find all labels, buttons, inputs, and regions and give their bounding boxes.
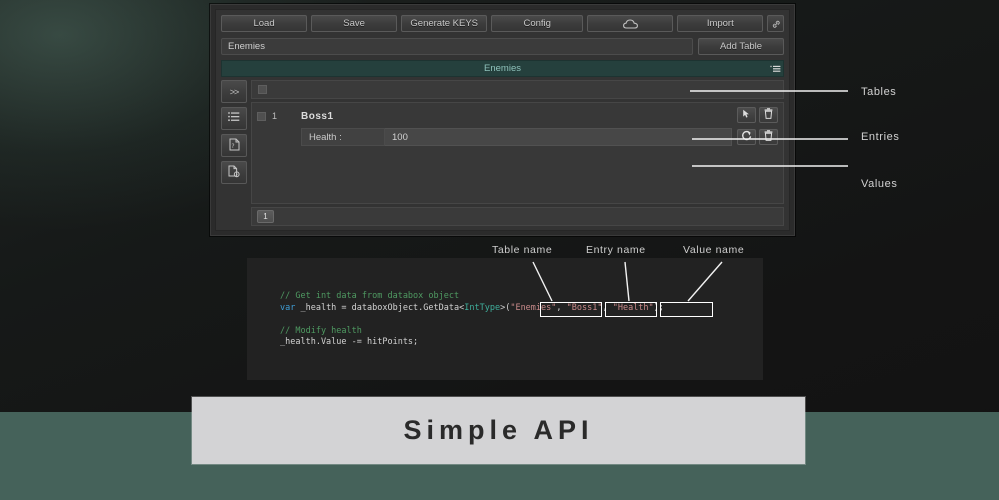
value-label: Health : xyxy=(301,128,385,146)
save-button-label: Save xyxy=(343,18,365,29)
code-block: // Get int data from databox object var … xyxy=(280,291,664,349)
code-comment-2: // Modify health xyxy=(280,325,362,336)
config-button[interactable]: Config xyxy=(491,15,584,32)
annotation-entry-name: Entry name xyxy=(586,244,646,256)
cursor-duplicate-icon xyxy=(742,106,751,124)
select-all-checkbox[interactable] xyxy=(258,85,267,94)
annotation-table-name: Table name xyxy=(492,244,553,256)
chevron-double-right-icon: >> xyxy=(229,86,239,97)
table-header-title: Enemies xyxy=(484,63,521,74)
document-gear-icon xyxy=(228,165,241,181)
entries-container: 1 Boss1 Health: 100 xyxy=(251,102,784,204)
entry-checkbox[interactable] xyxy=(257,111,266,121)
screenshot-root: Simple API Load Save Generate KEYS Confi… xyxy=(0,0,999,500)
code-type-inttype: IntType xyxy=(464,302,501,313)
list-icon xyxy=(228,112,240,125)
link-settings-button[interactable] xyxy=(767,15,784,32)
databox-editor-window: Load Save Generate KEYS Config Import En… xyxy=(210,4,795,236)
list-view-button[interactable] xyxy=(221,107,247,130)
reset-value-button[interactable] xyxy=(737,129,756,145)
import-button[interactable]: Import xyxy=(677,15,764,32)
code-comment-1: // Get int data from databox object xyxy=(280,291,460,301)
duplicate-entry-button[interactable] xyxy=(737,107,756,123)
annotation-entries: Entries xyxy=(861,131,900,143)
generate-keys-button[interactable]: Generate KEYS xyxy=(401,15,488,32)
simple-api-banner: Simple API xyxy=(192,397,805,464)
banner-title: Simple API xyxy=(403,415,594,445)
code-panel: // Get int data from databox object var … xyxy=(247,258,763,380)
code-line-5: _health.Value -= hitPoints; xyxy=(280,337,419,347)
code-line-end: ); xyxy=(653,302,664,313)
table-name-row: Enemies Add Table xyxy=(221,38,784,55)
load-button[interactable]: Load xyxy=(221,15,308,32)
cloud-button[interactable] xyxy=(587,15,674,32)
entry-index: 1 xyxy=(272,111,278,121)
annotation-values: Values xyxy=(861,178,898,190)
add-table-button[interactable]: Add Table xyxy=(698,38,784,55)
svg-text:?: ? xyxy=(231,143,234,150)
add-table-button-label: Add Table xyxy=(719,41,763,52)
load-button-label: Load xyxy=(253,18,275,29)
document-help-button[interactable]: ? xyxy=(221,134,247,157)
code-gt-paren: >( xyxy=(500,302,511,313)
generate-keys-button-label: Generate KEYS xyxy=(410,18,478,29)
entry-name: Boss1 xyxy=(301,110,334,122)
left-rail: >> ? xyxy=(221,80,247,226)
table-row[interactable]: 1 Boss1 xyxy=(257,107,778,125)
select-all-bar xyxy=(251,80,784,99)
cloud-icon xyxy=(622,18,638,29)
table-name-input[interactable]: Enemies xyxy=(221,38,693,55)
table-content: 1 Boss1 Health: 100 1 xyxy=(251,80,784,226)
link-icon xyxy=(771,19,781,29)
pagination-bar: 1 xyxy=(251,207,784,226)
page-button-1[interactable]: 1 xyxy=(257,210,274,223)
table-name-input-value: Enemies xyxy=(228,41,265,52)
document-settings-button[interactable] xyxy=(221,161,247,184)
document-question-icon: ? xyxy=(229,138,240,154)
entry-row-buttons xyxy=(737,107,778,123)
code-expr-mid: _health = databoxObject.GetData< xyxy=(295,302,465,313)
annotation-value-name: Value name xyxy=(683,244,745,256)
code-comma-2: , xyxy=(602,302,613,313)
editor-inner: Load Save Generate KEYS Config Import En… xyxy=(215,9,790,231)
table-header-bar[interactable]: Enemies xyxy=(221,60,784,77)
code-string-entry: "Boss1" xyxy=(566,302,603,313)
entries-filler xyxy=(257,146,778,198)
value-row-buttons xyxy=(737,129,778,145)
code-comma-1: , xyxy=(556,302,567,313)
delete-value-button[interactable] xyxy=(759,129,778,145)
editor-body: >> ? 1 Boss1 Health: 100 1 xyxy=(221,80,784,226)
delete-entry-button[interactable] xyxy=(759,107,778,123)
refresh-icon xyxy=(741,128,752,146)
code-string-value: "Health" xyxy=(612,302,654,313)
expand-panel-button[interactable]: >> xyxy=(221,80,247,103)
annotation-tables: Tables xyxy=(861,86,897,98)
save-button[interactable]: Save xyxy=(311,15,398,32)
value-row[interactable]: Health : 100 xyxy=(301,128,778,146)
code-keyword-var: var xyxy=(280,302,296,313)
toolbar: Load Save Generate KEYS Config Import xyxy=(221,15,784,32)
trash-icon xyxy=(764,128,773,146)
trash-icon xyxy=(764,106,773,124)
value-field[interactable]: 100 xyxy=(385,128,732,146)
highlight-box-value-name xyxy=(660,302,713,317)
import-button-label: Import xyxy=(706,18,734,29)
code-string-table: "Enemies" xyxy=(510,302,557,313)
list-menu-icon[interactable] xyxy=(769,63,781,74)
config-button-label: Config xyxy=(523,18,551,29)
